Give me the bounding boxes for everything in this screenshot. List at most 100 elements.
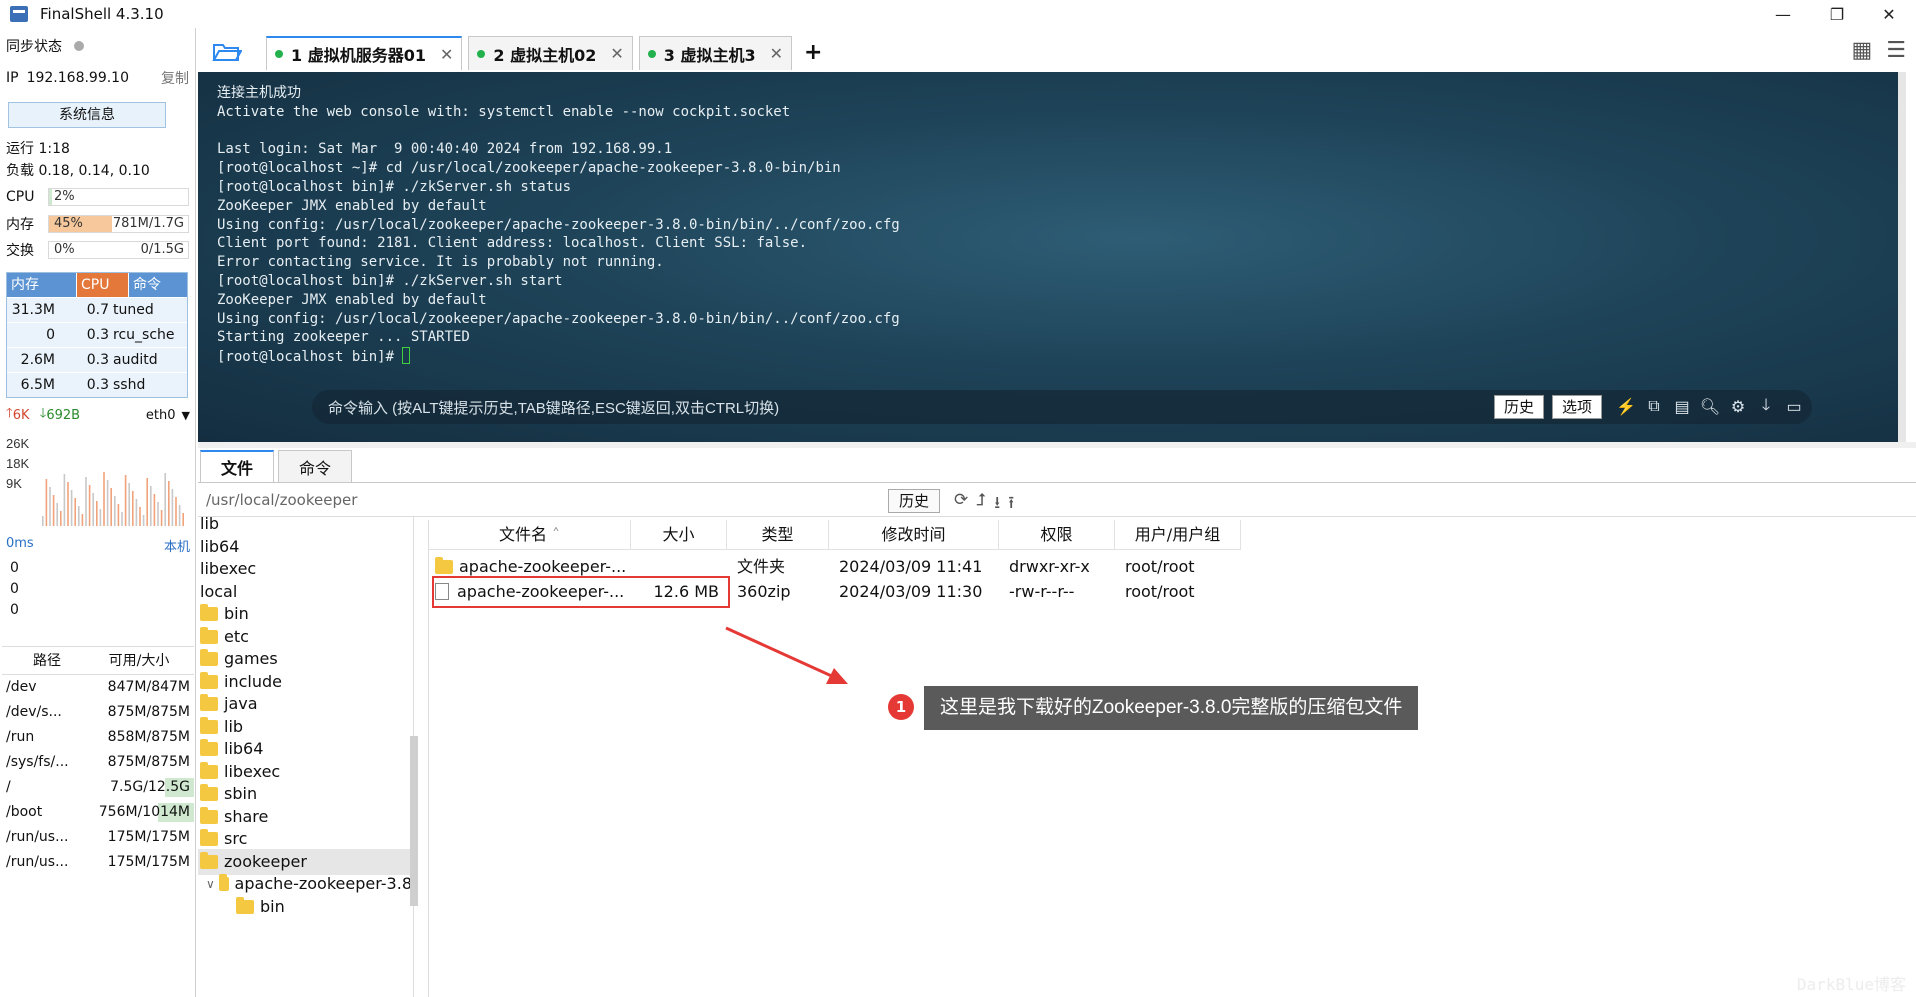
net-bar [60,511,62,526]
gear-icon[interactable]: ⚙ [1728,397,1748,417]
terminal-line: [root@localhost bin]# ./zkServer.sh stat… [217,178,572,195]
disk-path: /run/us... [6,829,69,845]
close-icon[interactable]: ✕ [770,44,783,63]
net-bar [110,488,112,526]
file-list-column-header[interactable]: 文件名 ˄ [429,520,631,550]
disk-size-value: 7.5G/12.5G [110,779,190,795]
window-icon[interactable]: ▭ [1784,397,1804,417]
network-traffic-chart: 26K 18K 9K [6,436,184,526]
swap-value: 0% [54,242,75,257]
disk-row[interactable]: /dev/s... 875M/875M [2,700,194,725]
close-icon[interactable]: ✕ [440,45,453,64]
search-icon[interactable]: 🔍︎ [1700,397,1720,417]
process-row[interactable]: 31.3M 0.7 tuned [7,297,187,322]
refresh-icon[interactable]: ⟳ [954,490,968,519]
terminal[interactable]: 连接主机成功 Activate the web console with: sys… [198,72,1906,442]
cpu-label: CPU [6,189,35,205]
panel-splitter[interactable] [198,442,1916,448]
download-icon[interactable]: ⭳ [994,490,1000,519]
file-list-column-header[interactable]: 修改时间 [829,520,999,550]
path-history-button[interactable]: 历史 [888,489,941,513]
folder-icon [200,671,218,689]
net-bar [63,474,66,526]
close-icon[interactable]: ✕ [610,44,623,63]
path-input[interactable]: /usr/local/zookeeper [206,491,357,509]
net-tick-9k: 9K [6,476,22,491]
file-list-column-header[interactable]: 类型 [727,520,829,550]
command-options-button[interactable]: 选项 [1551,395,1602,419]
net-bar [178,505,181,526]
menu-icon[interactable]: ☰ [1886,38,1906,63]
disk-row[interactable]: /dev 847M/847M [2,675,194,700]
close-button[interactable]: ✕ [1866,0,1912,28]
paste-icon[interactable]: ▤ [1672,397,1692,417]
net-bar [146,478,148,526]
process-mem: 6.5M [20,377,55,393]
process-header-cmd[interactable]: 命令 [129,273,187,297]
terminal-scrollbar[interactable] [1898,72,1906,442]
upload-icon[interactable]: ⭱ [1008,490,1014,519]
lightning-icon[interactable]: ⚡ [1616,397,1636,417]
folder-icon [200,694,218,711]
ping-host[interactable]: 本机 [164,536,190,555]
minimize-button[interactable]: — [1760,0,1806,28]
process-header-mem[interactable]: 内存 [7,273,77,297]
process-row[interactable]: 2.6M 0.3 auditd [7,347,187,372]
disk-size: 175M/175M [88,850,194,875]
disk-row[interactable]: /run/us... 175M/175M [2,850,194,875]
tree-item[interactable]: bin [198,894,412,920]
disk-path: /dev/s... [6,704,62,720]
tab-commands[interactable]: 命令 [278,450,352,482]
parent-directory-icon[interactable]: ⮥ [976,490,986,519]
folder-icon [435,556,453,574]
terminal-line: [root@localhost bin]# ./zkServer.sh star… [217,272,563,289]
sync-status: 同步状态 [6,36,189,56]
ping-header: 0ms 本机 [6,536,190,555]
command-input[interactable]: 命令输入 (按ALT键提示历史,TAB键路径,ESC键返回,双击CTRL切换) [328,397,1494,418]
folder-icon [200,851,218,869]
layout-grid-icon[interactable]: ▦ [1851,38,1872,63]
command-history-button[interactable]: 历史 [1493,395,1544,419]
tab-files[interactable]: 文件 [200,450,274,482]
disk-header-size[interactable]: 可用/大小 [88,647,194,674]
disk-row[interactable]: /sys/fs/... 875M/875M [2,750,194,775]
open-folder-icon[interactable] [212,41,242,63]
terminal-line: Last login: Sat Mar 9 00:40:40 2024 from… [217,141,673,158]
process-row[interactable]: 6.5M 0.3 sshd [7,372,187,397]
file-list-column-header[interactable]: 大小 [631,520,727,550]
ip-address: 192.168.99.10 [26,70,130,86]
chevron-down-icon[interactable]: ▼ [182,409,190,422]
session-tab[interactable]: 2 虚拟主机02 ✕ [468,36,633,70]
disk-header-path[interactable]: 路径 [2,647,88,674]
process-cmd: rcu_sche [113,327,175,343]
folder-icon [200,626,218,644]
terminal-line: Error contacting service. It is probably… [217,254,664,271]
session-tab[interactable]: 3 虚拟主机3 ✕ [638,36,793,70]
folder-icon [236,896,254,914]
system-info-button[interactable]: 系统信息 [8,102,166,128]
add-tab-button[interactable]: + [804,40,822,65]
disk-row[interactable]: /run 858M/875M [2,725,194,750]
disk-row[interactable]: /boot 756M/1014M [2,800,194,825]
tree-scrollbar[interactable] [410,736,418,906]
copy-ip-button[interactable]: 复制 [161,68,189,88]
network-header: 🡑 6K 🡓 692B eth0 ▼ [6,405,190,425]
maximize-button[interactable]: ❐ [1814,0,1860,28]
session-tab[interactable]: 1 虚拟机服务器01 ✕ [266,36,463,70]
process-row[interactable]: 0 0.3 rcu_sche [7,322,187,347]
process-mem: 31.3M [11,302,55,318]
folder-icon [200,784,218,801]
net-bar [153,494,156,526]
copy-icon[interactable]: ⧉ [1644,397,1664,417]
file-list-column-header[interactable]: 权限 [999,520,1115,550]
download-icon[interactable]: 🡓 [1756,397,1776,417]
disk-row[interactable]: /run/us... 175M/175M [2,825,194,850]
network-interface-select[interactable]: eth0 [146,408,176,423]
command-input-bar[interactable]: 命令输入 (按ALT键提示历史,TAB键路径,ESC键返回,双击CTRL切换) … [312,390,1812,424]
disk-row[interactable]: / 7.5G/12.5G [2,775,194,800]
annotation-number: 1 [888,694,914,720]
ping-value: 0 [10,560,19,576]
process-header-cpu[interactable]: CPU [77,273,129,297]
file-list-column-header[interactable]: 用户/用户组 [1115,520,1241,550]
net-bar [164,473,166,526]
